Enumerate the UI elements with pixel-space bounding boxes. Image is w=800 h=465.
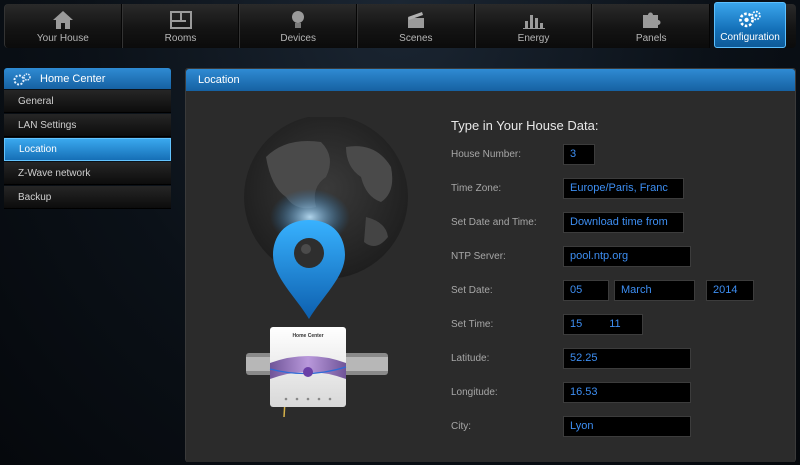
time-minute: 11: [609, 318, 621, 330]
set-date-time-label: Set Date and Time:: [451, 216, 537, 228]
longitude-field[interactable]: 16.53: [563, 381, 691, 403]
nav-your-house[interactable]: Your House: [4, 4, 122, 48]
panel-title: Location: [198, 74, 240, 86]
set-date-time-select[interactable]: Download time from: [563, 211, 684, 233]
house-icon: [52, 11, 73, 29]
nav-scenes[interactable]: Scenes: [357, 4, 475, 48]
puzzle-icon: [643, 12, 661, 28]
nav-panels[interactable]: Panels: [592, 4, 711, 48]
location-illustration: Home Center: [244, 117, 408, 417]
set-time-label: Set Time:: [451, 318, 494, 330]
house-number-field[interactable]: 3: [563, 143, 595, 165]
time-field[interactable]: 15 11: [563, 313, 643, 335]
clapperboard-icon: [407, 12, 424, 28]
date-day-field[interactable]: 05: [563, 279, 609, 301]
nav-rooms[interactable]: Rooms: [121, 4, 240, 48]
nav-label: Your House: [36, 33, 89, 44]
sidebar-title: Home Center: [40, 72, 106, 85]
map-pin-icon: [273, 220, 345, 319]
top-navigation: Your House Rooms Devices Scenes Energy P…: [4, 2, 797, 48]
location-panel: Location Home Center Type in Your House …: [185, 68, 796, 462]
rooms-icon: [169, 11, 192, 29]
sidebar-item-lan-settings[interactable]: LAN Settings: [4, 114, 171, 137]
nav-energy[interactable]: Energy: [474, 4, 593, 48]
latitude-field[interactable]: 52.25: [563, 347, 691, 369]
nav-label: Energy: [517, 33, 550, 44]
sidebar-item-location[interactable]: Location: [4, 138, 171, 161]
sidebar-header: Home Center: [4, 68, 171, 89]
sidebar-item-general[interactable]: General: [4, 90, 171, 113]
sidebar-item-backup[interactable]: Backup: [4, 186, 171, 209]
nav-label: Panels: [635, 33, 667, 44]
sidebar-item-zwave-network[interactable]: Z-Wave network: [4, 162, 171, 185]
nav-label: Scenes: [399, 33, 433, 44]
date-year-field[interactable]: 2014: [706, 279, 754, 301]
ntp-server-label: NTP Server:: [451, 250, 506, 262]
time-zone-label: Time Zone:: [451, 182, 502, 194]
bulb-icon: [292, 11, 305, 28]
gears-icon: [739, 10, 761, 28]
bar-chart-icon: [522, 15, 545, 29]
date-month-field[interactable]: March: [614, 279, 695, 301]
house-number-label: House Number:: [451, 148, 522, 160]
device-label: Home Center: [292, 333, 323, 339]
nav-label: Rooms: [164, 33, 197, 44]
nav-label: Devices: [280, 33, 316, 44]
panel-body: Home Center Type in Your House Data: Hou…: [186, 91, 795, 462]
nav-end-cap: [786, 4, 797, 48]
set-date-label: Set Date:: [451, 284, 493, 296]
city-field[interactable]: Lyon: [563, 415, 691, 437]
city-label: City:: [451, 420, 471, 432]
home-center-device: Home Center: [246, 327, 388, 417]
sidebar: Home Center General LAN Settings Locatio…: [4, 68, 171, 209]
ntp-server-field[interactable]: pool.ntp.org: [563, 245, 691, 267]
nav-devices[interactable]: Devices: [239, 4, 358, 48]
longitude-label: Longitude:: [451, 386, 498, 398]
time-zone-select[interactable]: Europe/Paris, Franc: [563, 177, 684, 199]
nav-configuration[interactable]: Configuration: [714, 2, 787, 48]
time-hour: 15: [570, 318, 583, 330]
panel-header: Location: [186, 69, 795, 91]
latitude-label: Latitude:: [451, 352, 490, 364]
nav-label: Configuration: [720, 32, 780, 43]
form-title: Type in Your House Data:: [451, 118, 599, 133]
gears-icon: [13, 72, 31, 85]
